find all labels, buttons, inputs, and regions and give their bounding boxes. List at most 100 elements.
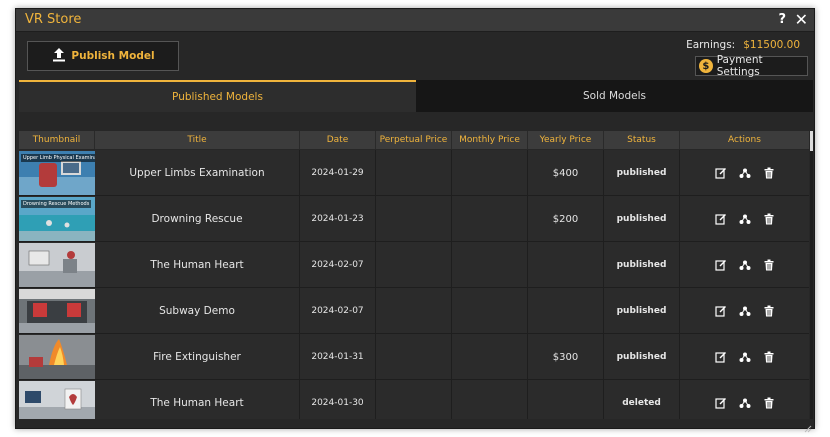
cell-yearly-price [528,288,604,334]
window-title: VR Store [25,12,82,27]
earnings-value: $11500.00 [743,39,800,51]
payment-settings-button[interactable]: $ Payment Settings [695,54,808,78]
tab-bar: Published Models Sold Models [19,80,813,112]
cell-status: deleted [604,380,680,419]
cell-perpetual-price [376,288,452,334]
cell-date: 2024-02-07 [300,288,376,334]
share-icon[interactable] [739,259,751,271]
cell-actions [680,334,809,380]
tab-published-models[interactable]: Published Models [19,80,416,112]
header-perpetual-price: Perpetual Price [376,131,452,149]
cell-actions [680,288,809,334]
cell-monthly-price [452,334,528,380]
cell-perpetual-price [376,334,452,380]
cell-title: The Human Heart [95,242,300,288]
header-thumbnail: Thumbnail [19,131,95,149]
thumbnail-image[interactable] [19,335,95,379]
tab-sold-models[interactable]: Sold Models [416,80,813,112]
earnings-display: Earnings: $11500.00 [686,39,800,51]
thumbnail-image[interactable]: Upper Limb Physical Examination [19,151,95,195]
header-actions: Actions [728,135,761,145]
header-monthly-price: Monthly Price [452,131,528,149]
edit-icon[interactable] [714,351,727,363]
cell-status: published [604,196,680,242]
share-icon[interactable] [739,167,751,179]
cell-monthly-price [452,242,528,288]
cell-status: published [604,150,680,196]
table-row: Subway Demo 2024-02-07 published [19,288,809,334]
cell-perpetual-price [376,380,452,419]
vr-store-window: VR Store ? ✕ Publish Model Earnings: $115… [15,8,815,433]
publish-model-label: Publish Model [71,50,155,62]
delete-icon[interactable] [763,213,775,225]
table-row: Upper Limb Physical Examination Upper Li… [19,150,809,196]
earnings-label: Earnings: [686,39,736,51]
thumbnail-image[interactable]: Drowning Rescue Methods [19,197,95,241]
thumbnail-image[interactable] [19,243,95,287]
table-row: The Human Heart 2024-01-30 deleted [19,380,809,419]
payment-settings-label: Payment Settings [716,54,763,78]
cell-yearly-price [528,242,604,288]
table-row: Drowning Rescue Methods Drowning Rescue … [19,196,809,242]
models-table: Thumbnail Title Date Perpetual Price Mon… [19,131,809,419]
delete-icon[interactable] [763,305,775,317]
cell-title: Subway Demo [95,288,300,334]
edit-icon[interactable] [714,167,727,179]
cell-actions [680,242,809,288]
delete-icon[interactable] [763,259,775,271]
publish-model-button[interactable]: Publish Model [27,41,179,71]
share-icon[interactable] [739,397,751,409]
cell-status: published [604,242,680,288]
delete-icon[interactable] [763,397,775,409]
cell-title: The Human Heart [95,380,300,419]
cell-yearly-price: $300 [528,334,604,380]
cell-date: 2024-01-29 [300,150,376,196]
header-title: Title [95,131,300,149]
edit-icon[interactable] [714,259,727,271]
share-icon[interactable] [739,213,751,225]
cell-yearly-price: $200 [528,196,604,242]
help-button[interactable]: ? [778,12,786,27]
cell-actions [680,380,809,419]
cell-status: published [604,288,680,334]
cell-status: published [604,334,680,380]
table-header: Thumbnail Title Date Perpetual Price Mon… [19,131,809,149]
cell-perpetual-price [376,242,452,288]
cell-date: 2024-02-07 [300,242,376,288]
table-row: Fire Extinguisher 2024-01-31 $300 publis… [19,334,809,380]
table-row: The Human Heart 2024-02-07 published [19,242,809,288]
cell-monthly-price [452,150,528,196]
cell-yearly-price: $400 [528,150,604,196]
coin-icon: $ [699,59,713,73]
edit-icon[interactable] [714,213,727,225]
cell-monthly-price [452,288,528,334]
header-yearly-price: Yearly Price [528,131,604,149]
cell-monthly-price [452,380,528,419]
cell-actions [680,150,809,196]
cell-date: 2024-01-30 [300,380,376,419]
thumbnail-image[interactable] [19,289,95,333]
cell-actions [680,196,809,242]
thumbnail-image[interactable] [19,381,95,419]
edit-icon[interactable] [714,305,727,317]
cell-yearly-price [528,380,604,419]
delete-icon[interactable] [763,351,775,363]
cell-title: Drowning Rescue [95,196,300,242]
thumbnail-caption: Upper Limb Physical Examination [21,154,95,162]
resize-grip-icon[interactable] [804,418,812,433]
close-button[interactable]: ✕ [795,10,808,29]
share-icon[interactable] [739,351,751,363]
thumbnail-caption: Drowning Rescue Methods [21,200,92,208]
share-icon[interactable] [739,305,751,317]
cell-monthly-price [452,196,528,242]
header-status: Status [604,131,680,149]
upload-icon [51,47,67,66]
cell-title: Fire Extinguisher [95,334,300,380]
vertical-scrollbar[interactable] [810,131,813,419]
cell-perpetual-price [376,150,452,196]
cell-perpetual-price [376,196,452,242]
edit-icon[interactable] [714,397,727,409]
header-date: Date [300,131,376,149]
delete-icon[interactable] [763,167,775,179]
scrollbar-thumb[interactable] [810,131,813,151]
